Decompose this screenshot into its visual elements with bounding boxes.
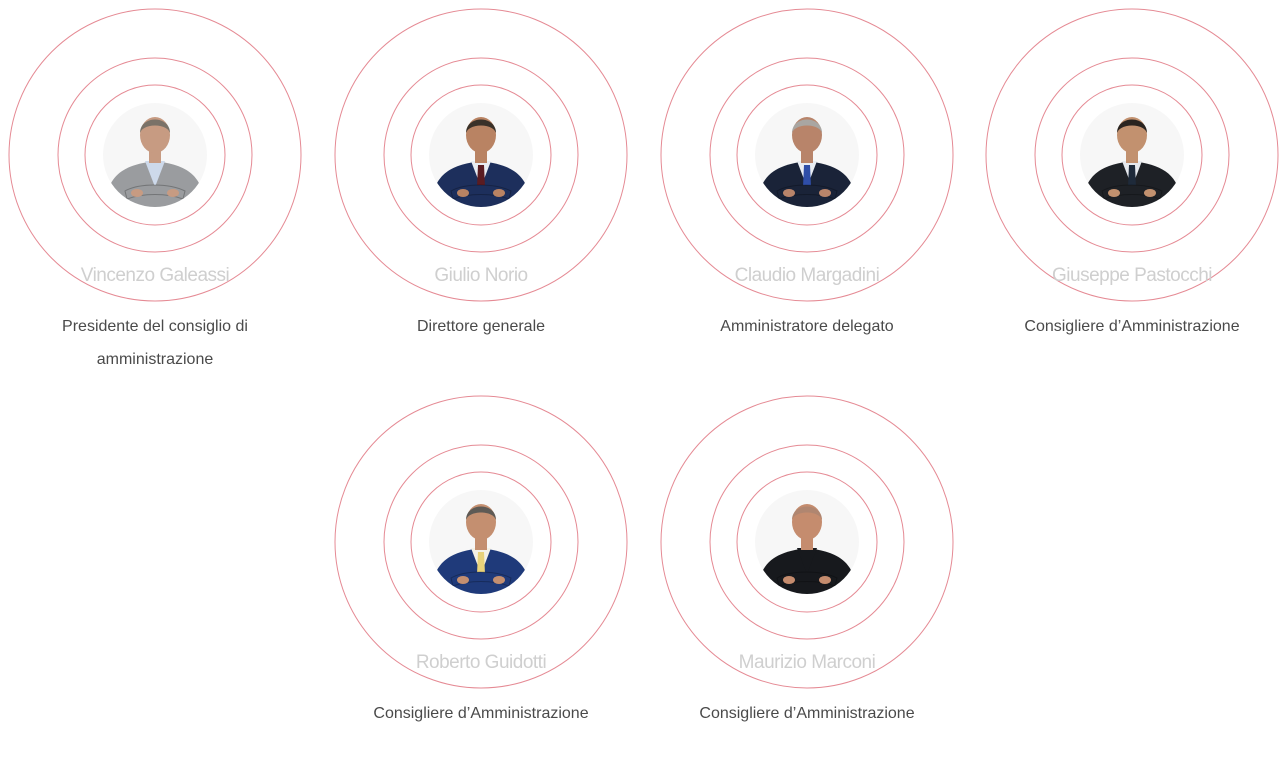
hand — [783, 189, 795, 197]
member-photo — [1080, 103, 1184, 207]
hand — [167, 189, 179, 197]
hand — [457, 576, 469, 584]
hand — [493, 576, 505, 584]
member-photo — [103, 103, 207, 207]
hand — [1144, 189, 1156, 197]
hand — [819, 576, 831, 584]
member-name: Giuseppe Pastocchi — [1052, 265, 1213, 286]
team-member-card: Claudio Margadini Amministratore delegat… — [657, 0, 957, 380]
member-role: Amministratore delegato — [720, 318, 894, 335]
member-role: Direttore generale — [416, 318, 546, 335]
portrait-illustration — [429, 490, 533, 594]
team-member-card: Maurizio Marconi Consigliere d’Amministr… — [657, 387, 957, 767]
member-role: Presidente del consiglio di amministrazi… — [62, 318, 248, 368]
member-name: Roberto Guidotti — [415, 652, 547, 673]
team-member-card: Vincenzo Galeassi Presidente del consigl… — [5, 0, 305, 380]
hand — [1108, 189, 1120, 197]
member-photo — [429, 103, 533, 207]
team-member-card: Giulio Norio Direttore generale — [331, 0, 631, 380]
hand — [493, 189, 505, 197]
hand — [783, 576, 795, 584]
member-role: Consigliere d’Amministrazione — [699, 705, 915, 722]
member-photo — [755, 103, 859, 207]
hand — [131, 189, 143, 197]
portrait-illustration — [755, 103, 859, 207]
portrait-illustration — [1080, 103, 1184, 207]
team-member-card: Giuseppe Pastocchi Consigliere d’Amminis… — [982, 0, 1279, 380]
hand — [457, 189, 469, 197]
member-role: Consigliere d’Amministrazione — [1024, 318, 1240, 335]
member-name: Claudio Margadini — [734, 265, 880, 286]
member-name: Maurizio Marconi — [738, 652, 876, 673]
portrait-illustration — [103, 103, 207, 207]
portrait-illustration — [755, 490, 859, 594]
member-photo — [429, 490, 533, 594]
member-photo — [755, 490, 859, 594]
member-name: Vincenzo Galeassi — [80, 265, 230, 286]
portrait-illustration — [429, 103, 533, 207]
member-name: Giulio Norio — [434, 265, 528, 286]
team-member-card: Roberto Guidotti Consigliere d’Amministr… — [331, 387, 631, 767]
hand — [819, 189, 831, 197]
member-role: Consigliere d’Amministrazione — [373, 705, 589, 722]
